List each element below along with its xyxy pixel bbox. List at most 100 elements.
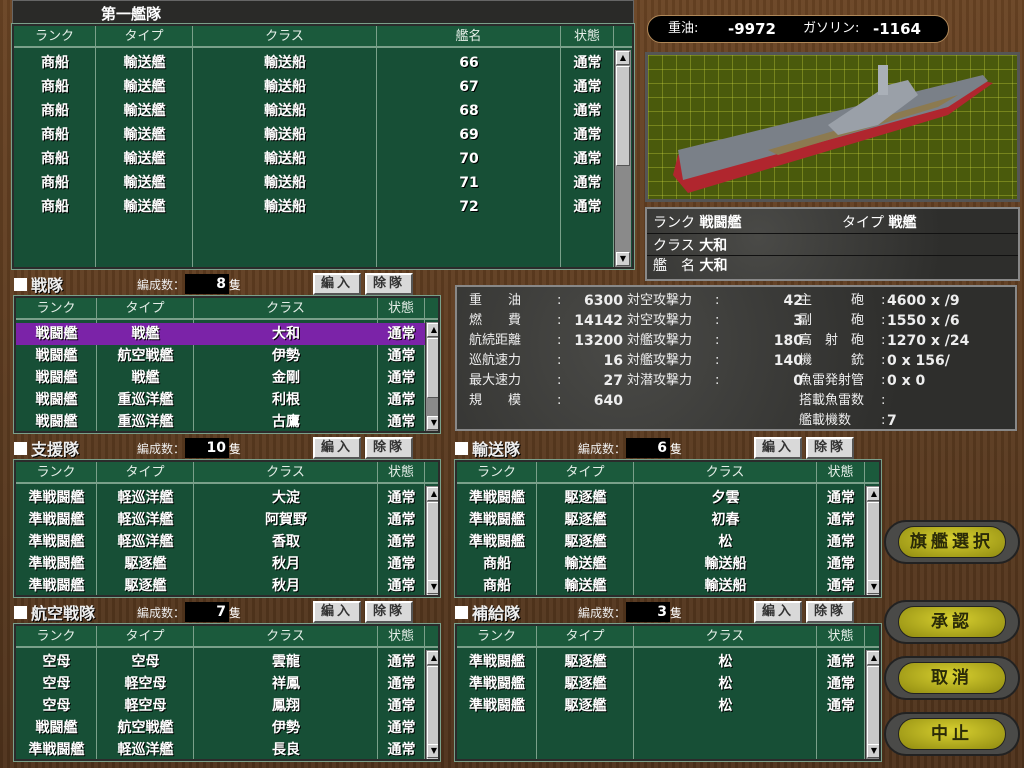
table-row[interactable]: 戦闘艦 戦艦 大和 通常: [16, 323, 425, 345]
stat-value: 6300: [584, 293, 623, 309]
table-row[interactable]: 戦闘艦 重巡洋艦 利根 通常: [16, 389, 425, 411]
table-header: ランク タイプ クラス 艦名 状態: [14, 26, 632, 48]
table-row[interactable]: 商船 輸送艦 輸送船 71 通常: [14, 171, 614, 195]
table-row[interactable]: 商船 輸送艦 輸送船 通常: [457, 553, 865, 575]
cell-type: 重巡洋艦: [117, 414, 174, 430]
scrollbar[interactable]: ▲ ▼: [425, 650, 438, 759]
table-row[interactable]: 準戦闘艦 軽巡洋艦 阿賀野 通常: [16, 509, 425, 531]
cell-type: 駆逐艦: [124, 556, 167, 572]
table-row[interactable]: 準戦闘艦 駆逐艦 秋月 通常: [16, 553, 425, 575]
cell-status: 通常: [573, 151, 602, 167]
table-row[interactable]: 準戦闘艦 駆逐艦 松 通常: [457, 673, 865, 695]
cancel-button[interactable]: 取消: [884, 656, 1020, 700]
cell-status: 通常: [573, 175, 602, 191]
table-row[interactable]: 準戦闘艦 駆逐艦 秋月 通常: [16, 575, 425, 595]
table-row[interactable]: 商船 輸送艦 輸送船 69 通常: [14, 123, 614, 147]
table-row[interactable]: 商船 輸送艦 輸送船 68 通常: [14, 99, 614, 123]
scrollbar[interactable]: ▲ ▼: [865, 486, 879, 595]
scroll-up-arrow-icon[interactable]: ▲: [427, 487, 438, 501]
scroll-down-arrow-icon[interactable]: ▼: [427, 744, 438, 758]
remove-button[interactable]: 除隊: [806, 601, 855, 623]
stat-value: 13200: [574, 333, 623, 349]
table-row[interactable]: 準戦闘艦 駆逐艦 松 通常: [457, 651, 865, 673]
table-row[interactable]: 準戦闘艦 駆逐艦 初春 通常: [457, 509, 865, 531]
scroll-thumb[interactable]: [616, 66, 630, 166]
scroll-up-arrow-icon[interactable]: ▲: [867, 487, 879, 501]
table-row[interactable]: 戦闘艦 重巡洋艦 古鷹 通常: [16, 411, 425, 431]
scroll-thumb[interactable]: [867, 666, 879, 746]
supply-squadron-checkbox[interactable]: [455, 605, 468, 619]
table-row[interactable]: 準戦闘艦 駆逐艦 夕雲 通常: [457, 487, 865, 509]
table-row[interactable]: 商船 輸送艦 輸送船 70 通常: [14, 147, 614, 171]
cell-rank: 準戦闘艦: [469, 676, 525, 692]
approve-button[interactable]: 承認: [884, 600, 1020, 644]
table-row[interactable]: 商船 輸送艦 輸送船 66 通常: [14, 51, 614, 75]
add-button[interactable]: 編入: [313, 601, 362, 623]
air-squadron-checkbox[interactable]: [14, 605, 27, 619]
stat-value: 640: [593, 393, 623, 409]
table-row[interactable]: 商船 輸送艦 輸送船 72 通常: [14, 195, 614, 219]
cell-status: 通常: [387, 370, 416, 386]
table-row[interactable]: 準戦闘艦 駆逐艦 松 通常: [457, 695, 865, 717]
scroll-down-arrow-icon[interactable]: ▼: [427, 416, 438, 430]
battleship-picture: [673, 65, 993, 193]
cell-status: 通常: [387, 578, 416, 594]
scroll-down-arrow-icon[interactable]: ▼: [867, 580, 879, 594]
table-row[interactable]: 商船 輸送艦 輸送船 67 通常: [14, 75, 614, 99]
scroll-thumb[interactable]: [427, 338, 438, 398]
count-label: 編成数：: [578, 441, 627, 456]
table-row[interactable]: 準戦闘艦 軽巡洋艦 香取 通常: [16, 531, 425, 553]
scrollbar[interactable]: ▲ ▼: [425, 322, 438, 431]
scroll-up-arrow-icon[interactable]: ▲: [616, 51, 630, 65]
scroll-down-arrow-icon[interactable]: ▼: [616, 252, 630, 266]
table-row[interactable]: 商船 輸送艦 輸送船 通常: [457, 575, 865, 595]
scroll-down-arrow-icon[interactable]: ▼: [427, 580, 438, 594]
table-row[interactable]: 空母 軽空母 祥鳳 通常: [16, 673, 425, 695]
table-row[interactable]: 準戦闘艦 軽巡洋艦 大淀 通常: [16, 487, 425, 509]
table-row[interactable]: 空母 軽空母 鳳翔 通常: [16, 695, 425, 717]
cell-class: 輸送船: [264, 199, 306, 215]
scroll-up-arrow-icon[interactable]: ▲: [427, 323, 438, 337]
stat-label: 航続距離: [469, 333, 522, 348]
abort-button[interactable]: 中止: [884, 712, 1020, 756]
table-row[interactable]: 戦闘艦 航空戦艦 伊勢 通常: [16, 345, 425, 367]
column-header: 艦名: [377, 26, 561, 48]
flagship-select-button[interactable]: 旗艦選択: [884, 520, 1020, 564]
table-row[interactable]: 戦闘艦 戦艦 金剛 通常: [16, 367, 425, 389]
cell-rank: 商船: [483, 556, 511, 572]
remove-button[interactable]: 除隊: [365, 601, 414, 623]
cell-status: 通常: [387, 654, 416, 670]
stat-value: 42: [783, 293, 803, 309]
scroll-up-arrow-icon[interactable]: ▲: [867, 651, 879, 665]
remove-button[interactable]: 除隊: [365, 437, 414, 459]
stat-sep: :: [557, 353, 562, 368]
add-button[interactable]: 編入: [754, 601, 803, 623]
cell-type: 駆逐艦: [564, 490, 607, 506]
scrollbar[interactable]: ▲ ▼: [865, 650, 879, 759]
cell-class: 松: [718, 534, 733, 550]
add-button[interactable]: 編入: [313, 437, 362, 459]
table-row[interactable]: 準戦闘艦 軽巡洋艦 長良 通常: [16, 739, 425, 759]
stat-value: 4600 x /9: [887, 293, 960, 309]
scrollbar[interactable]: ▲ ▼: [614, 50, 631, 267]
add-button[interactable]: 編入: [754, 437, 803, 459]
scroll-up-arrow-icon[interactable]: ▲: [427, 651, 438, 665]
scroll-down-arrow-icon[interactable]: ▼: [867, 744, 879, 758]
table-row[interactable]: 準戦闘艦 駆逐艦 松 通常: [457, 531, 865, 553]
transport-squadron-checkbox[interactable]: [455, 441, 468, 455]
table-row[interactable]: 空母 空母 雲龍 通常: [16, 651, 425, 673]
scrollbar[interactable]: ▲ ▼: [425, 486, 438, 595]
battle-squadron-checkbox[interactable]: [14, 277, 27, 291]
cell-type: 駆逐艦: [564, 654, 607, 670]
supply-squadron-header: 補給隊 編成数： 3 隻 編入 除隊: [455, 601, 881, 623]
table-row[interactable]: 戦闘艦 航空戦艦 伊勢 通常: [16, 717, 425, 739]
column-header: タイプ: [96, 26, 193, 48]
add-button[interactable]: 編入: [313, 273, 362, 295]
remove-button[interactable]: 除隊: [806, 437, 855, 459]
support-squadron-checkbox[interactable]: [14, 441, 27, 455]
remove-button[interactable]: 除隊: [365, 273, 414, 295]
cell-rank: 準戦闘艦: [28, 556, 85, 572]
cell-type: 駆逐艦: [564, 534, 607, 550]
stat-label: 重 油: [469, 293, 522, 308]
cell-name: 67: [459, 79, 479, 95]
